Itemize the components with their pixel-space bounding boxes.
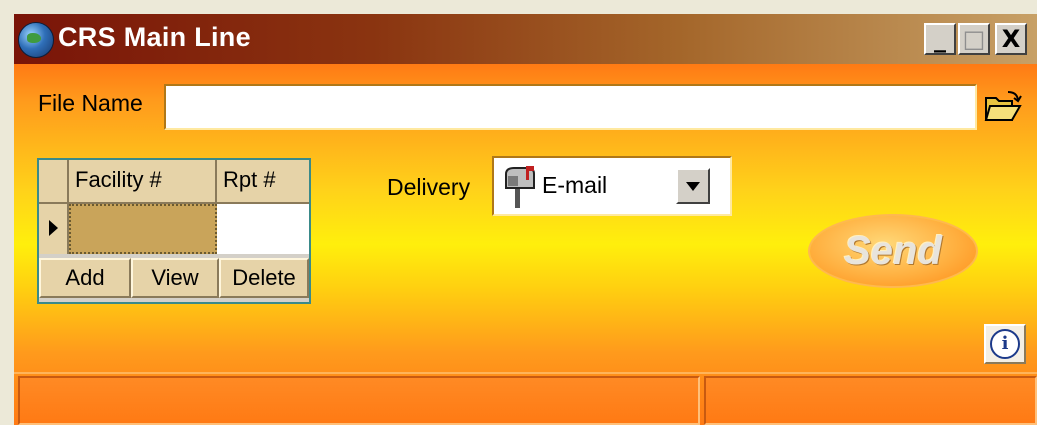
grid-header: Facility # Rpt # bbox=[39, 160, 309, 204]
delivery-value: E-mail bbox=[542, 172, 608, 198]
file-name-label: File Name bbox=[38, 90, 143, 116]
grid-button-bar: Add View Delete bbox=[39, 256, 309, 302]
globe-icon bbox=[18, 22, 54, 58]
window-title: CRS Main Line bbox=[58, 22, 251, 52]
send-button[interactable]: Send bbox=[810, 216, 976, 286]
facility-cell[interactable] bbox=[69, 204, 217, 254]
maximize-button[interactable]: □ bbox=[958, 23, 990, 55]
status-pane-left bbox=[18, 376, 700, 425]
status-pane-right bbox=[704, 376, 1037, 425]
status-bar bbox=[14, 372, 1037, 427]
main-window: CRS Main Line _ □ X File Name Facility #… bbox=[0, 0, 1037, 425]
row-indicator-icon bbox=[39, 204, 69, 254]
grid-corner-cell bbox=[39, 160, 69, 204]
close-button[interactable]: X bbox=[995, 23, 1027, 55]
table-row[interactable] bbox=[39, 204, 309, 254]
minimize-button[interactable]: _ bbox=[924, 23, 956, 55]
send-label: Send bbox=[844, 228, 942, 273]
delivery-label: Delivery bbox=[387, 174, 471, 200]
add-button[interactable]: Add bbox=[39, 258, 131, 298]
column-header-rpt[interactable]: Rpt # bbox=[217, 160, 309, 204]
mailbox-icon bbox=[500, 164, 538, 210]
delete-button[interactable]: Delete bbox=[219, 258, 309, 298]
facility-grid: Facility # Rpt # Add View Delete bbox=[37, 158, 311, 304]
info-button[interactable]: i bbox=[984, 324, 1026, 364]
title-bar[interactable]: CRS Main Line _ □ X bbox=[14, 14, 1037, 64]
info-icon: i bbox=[990, 329, 1020, 359]
delivery-select[interactable]: E-mail bbox=[492, 156, 732, 216]
view-button[interactable]: View bbox=[131, 258, 219, 298]
rpt-cell[interactable] bbox=[217, 204, 309, 254]
column-header-facility[interactable]: Facility # bbox=[69, 160, 217, 204]
main-panel: File Name Facility # Rpt # Add View Dele… bbox=[14, 64, 1037, 425]
file-name-input[interactable] bbox=[164, 84, 977, 130]
folder-open-icon[interactable] bbox=[984, 90, 1022, 124]
chevron-down-icon[interactable] bbox=[676, 168, 710, 204]
